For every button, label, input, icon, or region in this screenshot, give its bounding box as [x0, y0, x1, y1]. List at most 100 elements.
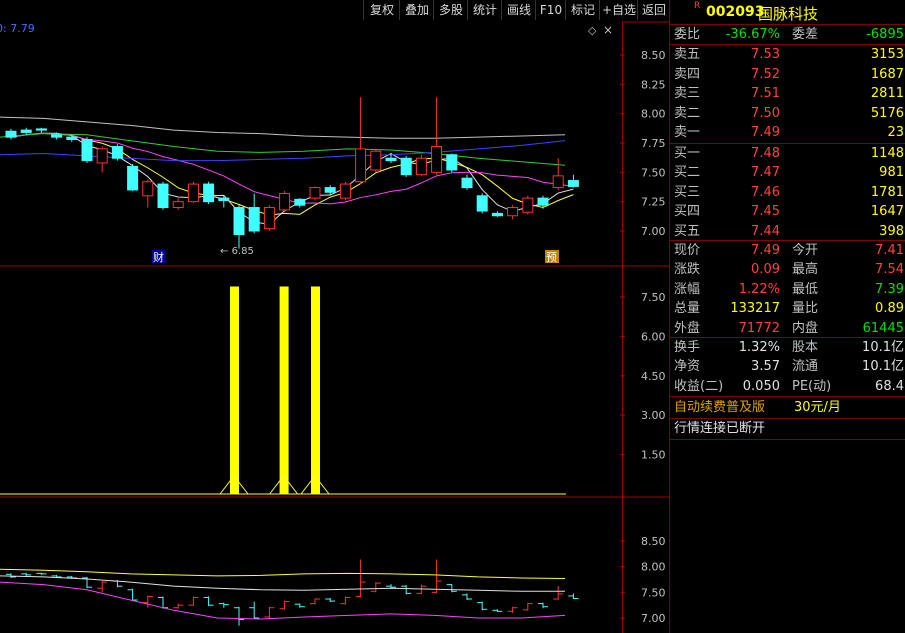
stat-row[interactable]: 总量 133217 量比 0.89: [670, 299, 905, 318]
ma-line-12: [10, 132, 574, 205]
close-icon[interactable]: ×: [603, 23, 613, 37]
indicator-bar: [279, 286, 289, 494]
toolbar-button-6[interactable]: 标记: [565, 0, 600, 20]
buy-level-2[interactable]: 买二 7.47 981: [670, 163, 905, 182]
candle-body: [507, 207, 519, 217]
stat-row[interactable]: 净资 3.57 流通 10.1亿: [670, 357, 905, 376]
indicator-axis-label: 1.50: [641, 449, 666, 462]
toolbar-button-4[interactable]: 画线: [501, 0, 536, 20]
candle-body: [522, 197, 534, 213]
promo-price[interactable]: 30元/月: [794, 398, 841, 417]
sell-level-2[interactable]: 卖二 7.50 5176: [670, 104, 905, 123]
stat-label: PE(动): [792, 378, 832, 394]
indicator-axis-label: 4.50: [641, 370, 666, 383]
sell-level-5[interactable]: 卖五 7.53 3153: [670, 45, 905, 64]
stat-label: 流通: [792, 359, 819, 375]
candle-body: [233, 207, 245, 236]
indicator-axis-label: 6.00: [641, 330, 666, 343]
toolbar-button-1[interactable]: 叠加: [399, 0, 434, 20]
sell-level-1[interactable]: 卖一 7.49 23: [670, 123, 905, 142]
order-price: 7.53: [751, 47, 780, 62]
candle-body: [476, 195, 488, 212]
toolbar-button-8[interactable]: 返回: [637, 0, 670, 20]
connection-status: 行情连接已断开: [674, 421, 766, 436]
stat-value: 0.050: [742, 378, 780, 394]
candle-body: [96, 148, 108, 164]
toolbar-button-2[interactable]: 多股: [433, 0, 468, 20]
order-volume: 1647: [870, 204, 904, 220]
indicator-bar: [230, 286, 239, 494]
stat-value: 3.57: [751, 359, 780, 375]
toolbar: 复权 叠加 多股 统计 画线 F10 标记 +自选 返回: [0, 0, 669, 20]
ma-label: 0: 7.79: [0, 22, 35, 35]
r-mark: R: [694, 1, 701, 11]
sell-level-4[interactable]: 卖四 7.52 1687: [670, 65, 905, 84]
stat-row[interactable]: 涨幅 1.22% 最低 7.39: [670, 280, 905, 299]
order-label: 卖二: [674, 105, 701, 121]
toolbar-button-7[interactable]: +自选: [599, 0, 638, 20]
buy-level-4[interactable]: 买四 7.45 1647: [670, 202, 905, 221]
candle-body: [20, 129, 32, 133]
stat-label: 最高: [792, 262, 819, 278]
lower-axis-label: 8.00: [641, 561, 666, 574]
stat-value: 7.54: [875, 262, 904, 278]
stat-value: 61445: [862, 320, 904, 336]
candle-body: [279, 192, 291, 211]
promo-row[interactable]: 自动续费普及版 30元/月: [670, 398, 905, 417]
candle-body: [324, 187, 336, 193]
kline-chart[interactable]: 8.50 8.25 8.00 7.75 7.50 7.25 7.00 7.50 6.00 4.50…: [0, 0, 669, 633]
stat-label: 外盘: [674, 320, 701, 336]
weibi-row: 委比 -36.67% 委差 -6895: [674, 27, 904, 42]
order-price: 7.47: [751, 165, 780, 181]
stat-label: 换手: [674, 340, 701, 355]
price-axis-label: 7.25: [641, 196, 666, 209]
stat-row[interactable]: 外盘 71772 内盘 61445: [670, 319, 905, 338]
candle-body: [127, 165, 139, 191]
order-price: 7.44: [751, 223, 780, 239]
stat-row[interactable]: 收益(二) 0.050 PE(动) 68.4: [670, 377, 905, 396]
candle-body: [370, 150, 382, 171]
candle-body: [339, 183, 351, 199]
buy-level-5[interactable]: 买五 7.44 398: [670, 222, 905, 241]
buy-level-1[interactable]: 买一 7.48 1148: [670, 144, 905, 163]
stat-label: 涨幅: [674, 281, 701, 297]
stat-row[interactable]: 换手 1.32% 股本 10.1亿: [670, 338, 905, 357]
toolbar-button-5[interactable]: F10: [535, 0, 566, 20]
candle-body: [187, 183, 199, 203]
stat-label: 股本: [792, 340, 819, 355]
candle-body: [111, 146, 123, 159]
order-price: 7.49: [751, 125, 780, 141]
candle-body: [567, 180, 579, 187]
toolbar-button-0[interactable]: 复权: [363, 0, 400, 20]
indicator-axis-label: 3.00: [641, 409, 666, 422]
candle-body: [203, 183, 215, 203]
order-label: 买二: [674, 165, 701, 181]
order-price: 7.52: [751, 66, 780, 82]
lower-price-panel: [0, 559, 579, 626]
stock-code: 002093: [706, 4, 765, 20]
stat-value: 68.4: [875, 378, 904, 394]
order-price: 7.50: [751, 105, 780, 121]
order-volume: 5176: [870, 105, 904, 121]
toolbar-button-3[interactable]: 统计: [467, 0, 502, 20]
badge-yu[interactable]: 预: [546, 251, 557, 264]
order-volume: 1781: [870, 184, 904, 200]
candle-body: [263, 207, 275, 230]
order-label: 买四: [674, 204, 701, 220]
price-axis-label: 8.00: [641, 108, 666, 121]
candle-body: [248, 207, 260, 232]
stock-title: R 002093 国脉科技: [670, 0, 905, 24]
buy-level-3[interactable]: 买三 7.46 1781: [670, 183, 905, 202]
badge-cai[interactable]: 财: [153, 250, 164, 264]
candle-body: [446, 154, 458, 171]
promo-text[interactable]: 自动续费普及版: [674, 398, 765, 417]
diamond-icon[interactable]: ◇: [588, 24, 597, 37]
stat-row[interactable]: 涨跌 0.09 最高 7.54: [670, 260, 905, 279]
candle-body: [491, 212, 503, 217]
stat-row[interactable]: 现价 7.49 今开 7.41: [670, 241, 905, 260]
lower-axis-label: 7.50: [641, 586, 666, 599]
sell-level-3[interactable]: 卖三 7.51 2811: [670, 84, 905, 103]
price-axis-label: 8.25: [641, 78, 666, 91]
stat-label: 内盘: [792, 320, 819, 336]
candle-body: [35, 128, 47, 131]
